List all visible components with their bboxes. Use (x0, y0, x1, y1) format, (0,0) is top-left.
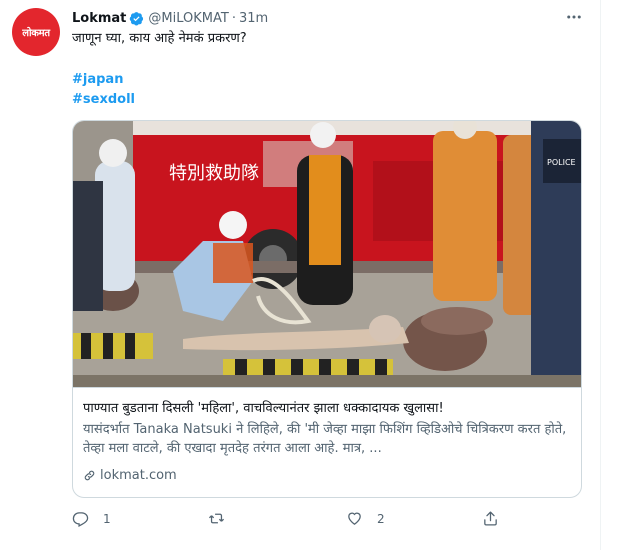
reply-icon (72, 512, 89, 527)
tweet-header: Lokmat @MiLOKMAT · 31m (72, 8, 268, 28)
truck-sign-text: 特別救助隊 (169, 163, 259, 184)
card-domain: lokmat.com (83, 468, 177, 483)
card-description: यासंदर्भात Tanaka Natsuki ने लिहिले, की … (83, 422, 567, 456)
tweet-timestamp[interactable]: 31m (239, 11, 268, 26)
link-card[interactable]: 特別救助隊 POLICE पाण्यात बुडताना दिसली 'महिल… (72, 120, 582, 498)
heart-icon (348, 512, 361, 525)
tweet[interactable]: लोकमत Lokmat @MiLOKMAT · 31m जाणून घ्या,… (0, 0, 601, 550)
header-separator: · (231, 10, 236, 26)
card-domain-text: lokmat.com (100, 468, 177, 483)
card-title: पाण्यात बुडताना दिसली 'महिला', वाचविल्या… (83, 401, 444, 416)
avatar-logo-text: लोकमत (22, 28, 50, 39)
author-handle[interactable]: @MiLOKMAT (148, 11, 228, 26)
like-count: 2 (377, 511, 385, 526)
author-name[interactable]: Lokmat (72, 11, 126, 26)
share-button[interactable] (482, 510, 513, 527)
retweet-icon (208, 513, 225, 524)
police-vest-text: POLICE (547, 158, 576, 167)
reply-count: 1 (103, 511, 111, 526)
hashtag-link-japan[interactable]: #japan (72, 72, 123, 87)
like-button[interactable]: 2 (346, 510, 385, 527)
verified-badge-icon (130, 11, 144, 25)
retweet-button[interactable] (208, 510, 239, 527)
share-icon (484, 511, 497, 526)
tweet-actions: 1 2 (72, 510, 512, 532)
card-body: पाण्यात बुडताना दिसली 'महिला', वाचविल्या… (73, 387, 581, 497)
card-image: 特別救助隊 POLICE (73, 121, 581, 387)
link-icon (84, 470, 95, 481)
reply-button[interactable]: 1 (72, 510, 111, 527)
ellipsis-icon[interactable] (562, 8, 586, 26)
hashtag-link-sexdoll[interactable]: #sexdoll (72, 92, 135, 107)
tweet-text: जाणून घ्या, काय आहे नेमकं प्रकरण? (72, 31, 247, 46)
avatar[interactable]: लोकमत (12, 8, 60, 56)
